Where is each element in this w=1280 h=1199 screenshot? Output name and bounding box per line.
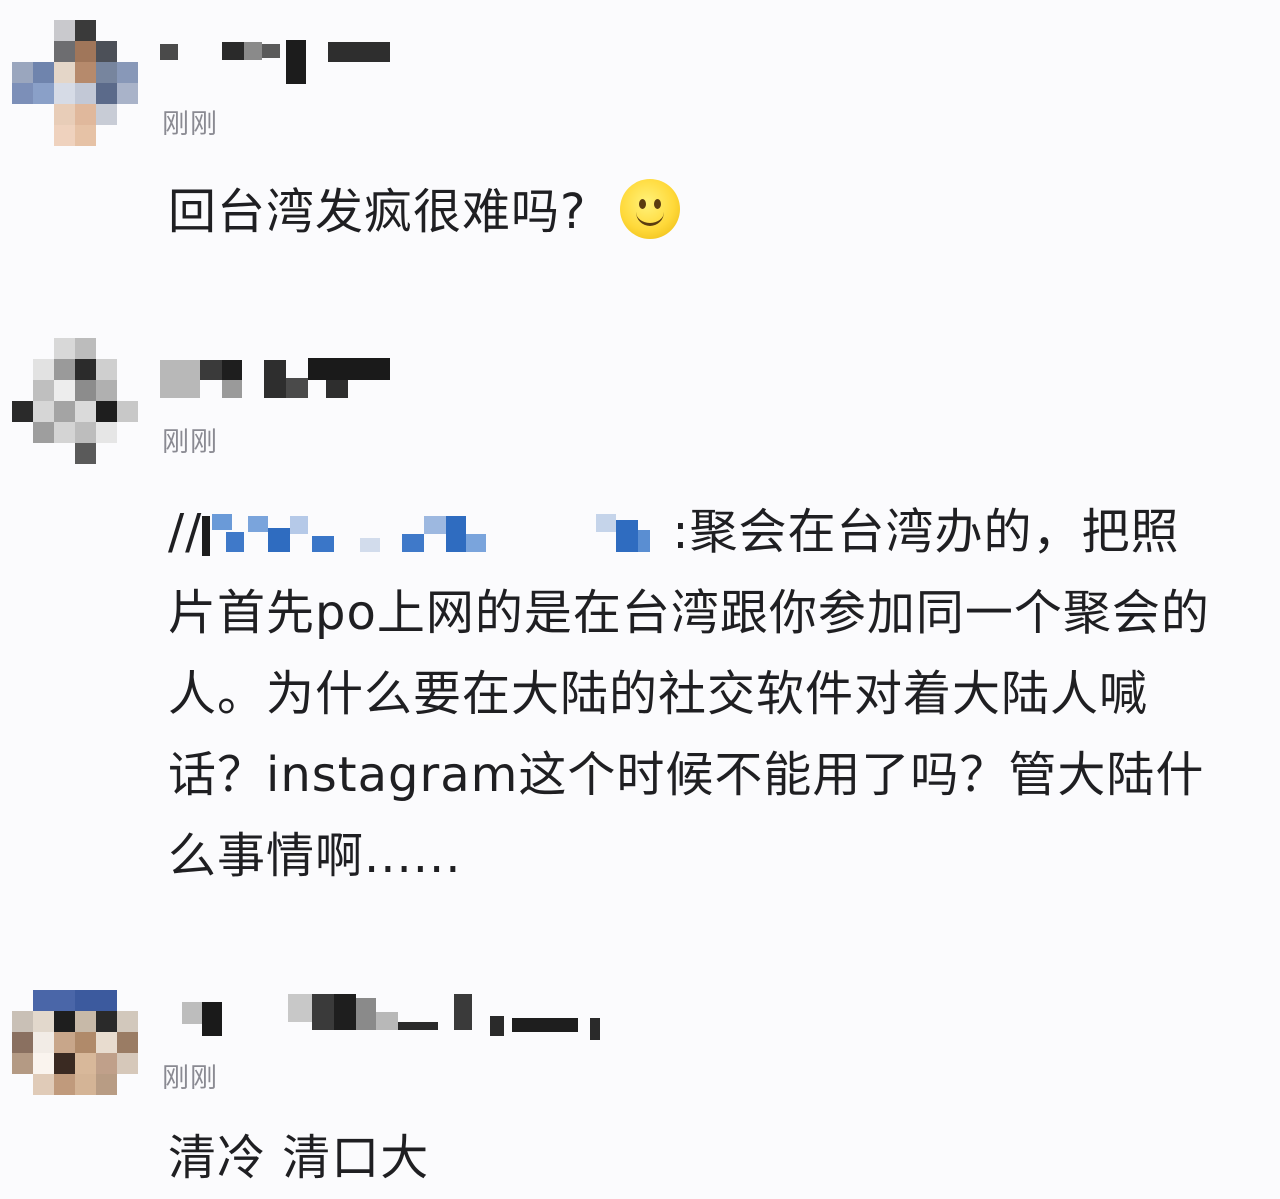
avatar[interactable] (12, 990, 138, 1116)
username-redacted[interactable] (160, 38, 400, 86)
comment-item: 刚刚 清冷 清口大 (0, 980, 1280, 1186)
avatar[interactable] (12, 338, 138, 464)
comment-text: 清冷 清口大 (168, 1118, 1220, 1199)
comment-text: 回台湾发疯很难吗? (168, 172, 1220, 253)
comment-text-content: :聚会在台湾办的，把照片首先po上网的是在台湾跟你参加同一个聚会的人。为什么要在… (168, 504, 1210, 884)
comment-time: 刚刚 (162, 109, 218, 140)
comment-text-content: 清冷 清口大 (168, 1130, 430, 1186)
comment-text-content: 回台湾发疯很难吗? (168, 184, 587, 240)
comment-item: 刚刚 回台湾发疯很难吗? (0, 0, 1280, 300)
username-redacted[interactable] (160, 354, 400, 402)
comment-time: 刚刚 (162, 1063, 218, 1094)
mention-prefix: // (168, 504, 203, 560)
comment-time: 刚刚 (162, 427, 218, 458)
mention-username-redacted[interactable] (202, 510, 672, 560)
username-redacted[interactable] (160, 988, 610, 1040)
avatar[interactable] (12, 20, 138, 146)
comment-item: 刚刚 //:聚会在台湾办的，把照片首先po上网的是在台湾跟你参加同一个聚会的人。… (0, 330, 1280, 930)
smiley-emoji-icon (620, 179, 681, 239)
comment-text: //:聚会在台湾办的，把照片首先po上网的是在台湾跟你参加同一个聚会的人。为什么… (168, 492, 1220, 897)
